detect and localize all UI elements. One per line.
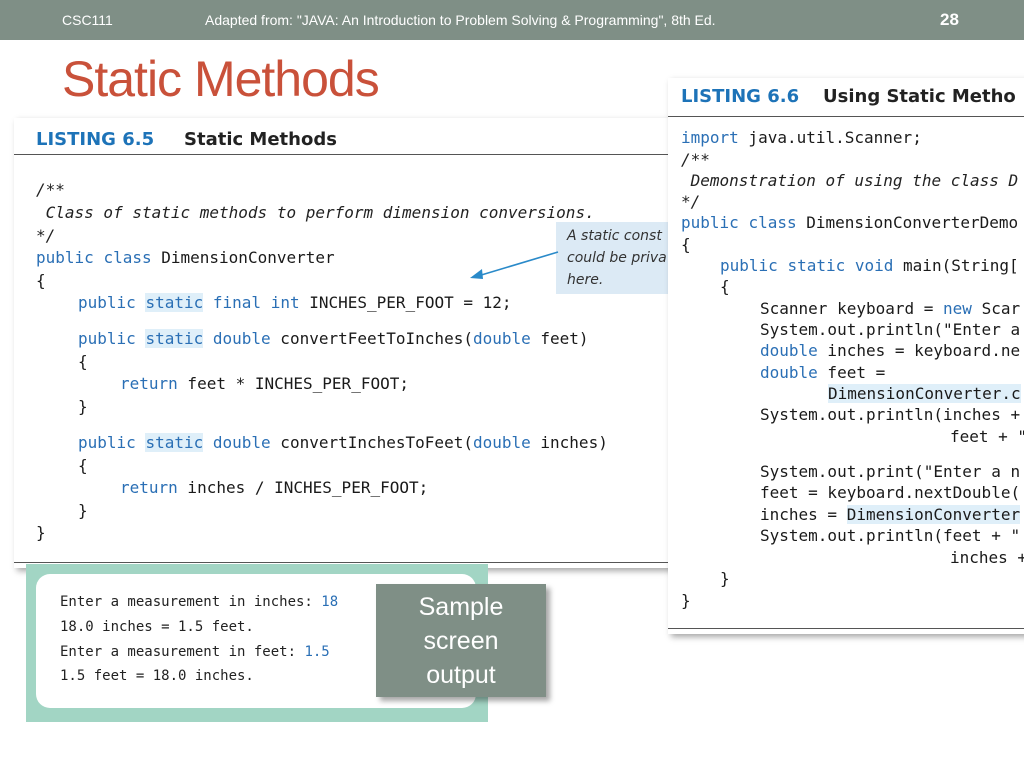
listing-bottom-rule [668, 628, 1024, 629]
code-line: System.out.print("Enter a n [760, 462, 1021, 481]
code-line: double feet = [760, 363, 886, 382]
listing-header: LISTING 6.6 Using Static Metho [668, 78, 1024, 117]
code-line: System.out.println(feet + " [760, 526, 1021, 545]
code-line: feet = keyboard.nextDouble( [760, 483, 1021, 502]
callout-line: here. [567, 272, 604, 288]
code-line: double inches = keyboard.ne [760, 341, 1021, 360]
code-line: Demonstration of using the class D [681, 171, 1019, 190]
listing-6-5: LISTING 6.5 Static Methods /** Class of … [14, 118, 690, 568]
label-line: output [426, 660, 496, 689]
callout-line: could be priva [567, 250, 667, 266]
code-line: inches = DimensionConverter [760, 505, 1021, 524]
source-citation: Adapted from: "JAVA: An Introduction to … [205, 12, 716, 28]
label-line: Sample [418, 592, 504, 621]
code-line: public class DimensionConverterDemo [681, 213, 1019, 232]
output-line: 1.5 feet = 18.0 inches. [60, 668, 254, 684]
code-line: { [681, 235, 691, 254]
code-line: public static void main(String[ [720, 256, 1019, 275]
callout-line: A static const [567, 228, 662, 244]
code-line: Scanner keyboard = new Scar [760, 299, 1021, 318]
code-line: */ [681, 192, 701, 211]
code-line: public class DimensionConverter [36, 248, 335, 267]
code-line: } [720, 569, 730, 588]
label-line: screen [423, 626, 499, 655]
code-line: { [78, 456, 88, 475]
output-line: Enter a measurement in inches: 18 [60, 594, 339, 610]
code-line: { [36, 271, 46, 290]
code-line: return feet * INCHES_PER_FOOT; [120, 374, 409, 393]
slide-number: 28 [940, 10, 959, 29]
code-line: } [78, 397, 88, 416]
sample-screen-output-label: Sample screen output [376, 584, 546, 697]
code-line: return inches / INCHES_PER_FOOT; [120, 478, 429, 497]
code-line: System.out.println("Enter a [760, 320, 1021, 339]
code-line: public static final int INCHES_PER_FOOT … [78, 293, 512, 312]
code-line: Class of static methods to perform dimen… [36, 203, 595, 222]
code-line: { [720, 277, 730, 296]
code-line: */ [36, 226, 56, 245]
code-line: } [36, 523, 46, 542]
course-code: CSC111 [62, 12, 113, 28]
callout-arrow-icon [470, 251, 559, 279]
listing-6-6: LISTING 6.6 Using Static Metho import ja… [668, 78, 1024, 634]
code-line: } [681, 591, 691, 610]
listing-number: LISTING 6.6 [681, 86, 800, 107]
code-line: public static double convertInchesToFeet… [78, 433, 608, 452]
code-line: { [78, 352, 88, 371]
code-line: System.out.println(inches + [760, 405, 1021, 424]
header-bar: CSC111 Adapted from: "JAVA: An Introduct… [0, 0, 1024, 40]
code-line: feet + " [950, 427, 1024, 446]
code-line: public static double convertFeetToInches… [78, 329, 589, 348]
code-line: /** [681, 150, 710, 169]
listing-bottom-rule [14, 562, 690, 563]
listing-number: LISTING 6.5 [36, 129, 155, 150]
output-line: Enter a measurement in feet: 1.5 [60, 644, 330, 660]
listing-header: LISTING 6.5 Static Methods [14, 118, 690, 155]
slide-title: Static Methods [62, 51, 380, 107]
listing-name: Using Static Metho [823, 86, 1016, 107]
code-line: } [78, 501, 88, 520]
code-line: /** [36, 180, 65, 199]
code-line: DimensionConverter.c [828, 384, 1021, 403]
code-line: inches + [950, 548, 1024, 567]
output-line: 18.0 inches = 1.5 feet. [60, 619, 254, 635]
static-constant-callout: A static const could be priva here. [556, 222, 676, 294]
listing-name: Static Methods [184, 129, 337, 150]
code-line: import java.util.Scanner; [681, 128, 922, 147]
